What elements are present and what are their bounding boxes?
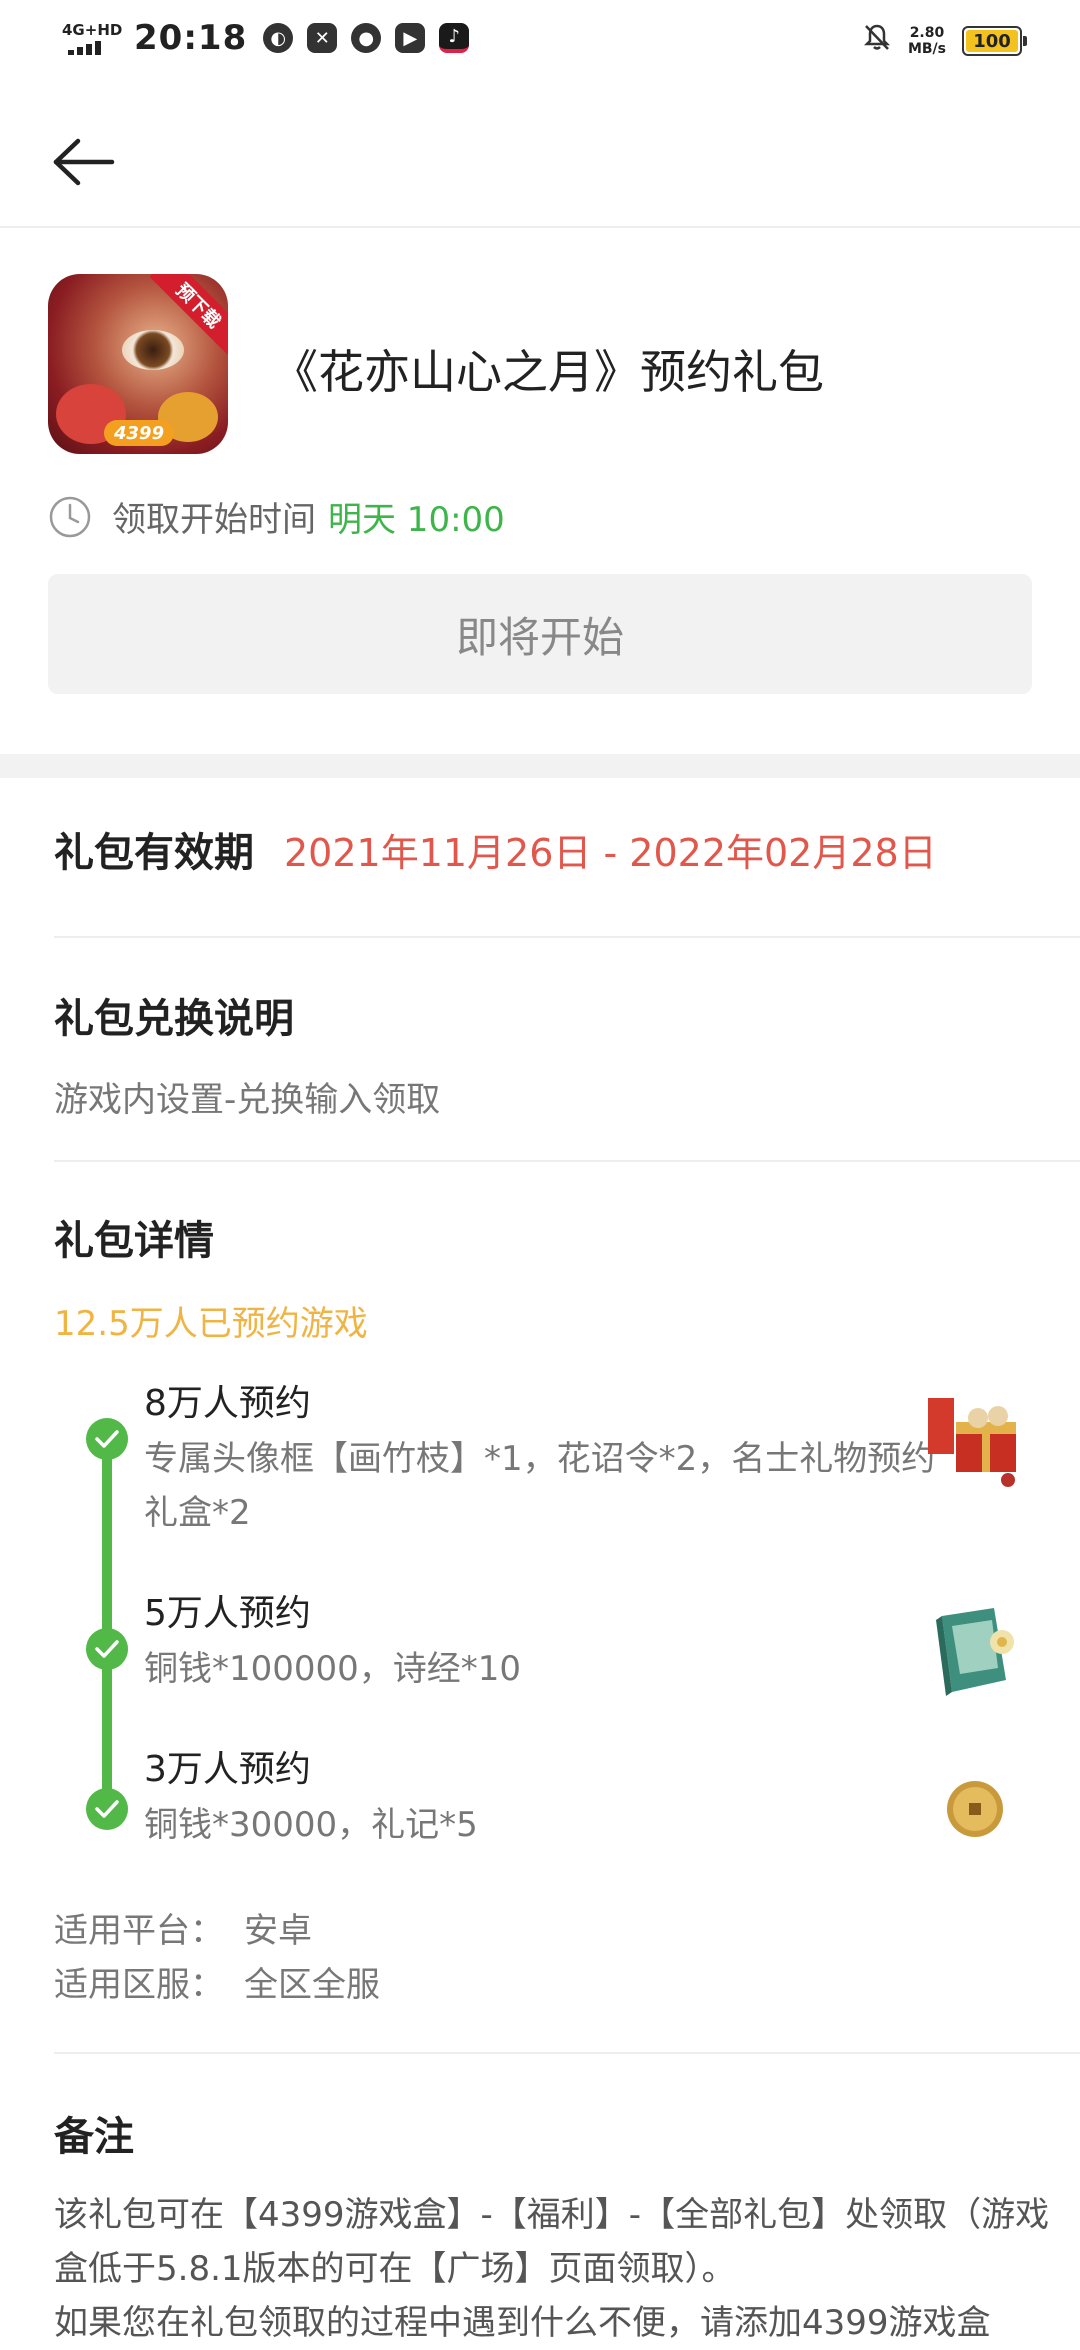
tier-title: 5万人预约: [144, 1593, 311, 1634]
reward-tier: 8万人预约 专属头像框【画竹枝】*1，花诏令*2，名士礼物预约礼盒*2: [144, 1374, 964, 1540]
video-icon: ▶: [395, 23, 426, 53]
battery-level: 100: [973, 30, 1011, 52]
platform-value: 安卓: [244, 1911, 312, 1951]
speed-unit: MB/s: [907, 41, 946, 57]
tier-title: 8万人预约: [144, 1383, 311, 1424]
reward-tier: 3万人预约 铜钱*30000，礼记*5: [144, 1740, 964, 1852]
platform-row: 适用平台： 安卓: [54, 1904, 380, 1958]
server-label: 适用区服：: [54, 1965, 224, 2005]
game-icon[interactable]: 预下载 4399: [48, 274, 228, 454]
brand-badge: 4399: [104, 420, 175, 446]
applicability-info: 适用平台： 安卓 适用区服： 全区全服: [54, 1904, 380, 2012]
clock-time: 20:18: [134, 18, 248, 58]
icon-art-eye: [122, 330, 184, 370]
compass-icon: ◐: [263, 23, 294, 53]
divider: [54, 1160, 1080, 1162]
server-value: 全区全服: [244, 1965, 380, 2005]
speed-value: 2.80: [909, 25, 945, 41]
status-right: 2.80 MB/s 100: [862, 22, 1027, 60]
nav-bar: [0, 84, 1080, 228]
details-section: 礼包详情 12.5万人已预约游戏: [54, 1208, 1080, 1345]
check-icon: [86, 1628, 128, 1670]
tier-desc: 铜钱*100000，诗经*10: [144, 1649, 522, 1689]
status-left: 4G+HD 20:18 ◐ ✕ ● ▶ ♪: [62, 18, 470, 58]
validity-title: 礼包有效期: [54, 830, 254, 876]
app-icon: ✕: [307, 23, 338, 53]
tier-desc: 专属头像框【画竹枝】*1，花诏令*2，名士礼物预约礼盒*2: [144, 1439, 936, 1533]
notes-body: 该礼包可在【4399游戏盒】-【福利】-【全部礼包】处领取（游戏盒低于5.8.1…: [54, 2188, 1054, 2350]
coin-icon: [920, 1754, 1030, 1864]
notes-title: 备注: [54, 2114, 134, 2160]
wechat-icon: ●: [351, 23, 382, 53]
coming-soon-button[interactable]: 即将开始: [48, 574, 1032, 694]
mute-bell-icon: [862, 22, 892, 60]
claim-time-value: 明天 10:00: [328, 500, 505, 540]
clock-icon: [49, 496, 91, 537]
reward-tier: 5万人预约 铜钱*100000，诗经*10: [144, 1584, 964, 1696]
network-type: 4G+HD: [62, 20, 123, 39]
platform-label: 适用平台：: [54, 1911, 224, 1951]
back-arrow-icon: [53, 138, 115, 186]
signal-indicator: 4G+HD: [62, 20, 124, 55]
gift-box-icon: [920, 1388, 1030, 1498]
exchange-section: 礼包兑换说明 游戏内设置-兑换输入领取: [54, 986, 1080, 1121]
server-row: 适用区服： 全区全服: [54, 1958, 380, 2012]
tier-title: 3万人预约: [144, 1749, 311, 1790]
exchange-title: 礼包兑换说明: [54, 996, 294, 1042]
details-title: 礼包详情: [54, 1218, 214, 1264]
validity-section: 礼包有效期 2021年11月26日 - 2022年02月28日: [54, 820, 1080, 878]
notification-icons: ◐ ✕ ● ▶ ♪: [263, 23, 470, 53]
signal-bars-icon: [68, 39, 124, 55]
reward-timeline: 8万人预约 专属头像框【画竹枝】*1，花诏令*2，名士礼物预约礼盒*2 5万人预…: [54, 1374, 1080, 1854]
section-divider: [0, 754, 1080, 778]
reserved-count: 12.5万人已预约游戏: [54, 1304, 368, 1344]
check-icon: [86, 1788, 128, 1830]
tier-desc: 铜钱*30000，礼记*5: [144, 1805, 478, 1845]
gift-title: 《花亦山心之月》预约礼包: [272, 345, 824, 399]
notes-section: 备注 该礼包可在【4399游戏盒】-【福利】-【全部礼包】处领取（游戏盒低于5.…: [54, 2104, 1080, 2350]
book-icon: [920, 1598, 1030, 1708]
claim-time-label: 领取开始时间: [112, 500, 316, 540]
status-bar: 4G+HD 20:18 ◐ ✕ ● ▶ ♪ 2.80 MB/s 100: [0, 0, 1080, 84]
notes-line: 该礼包可在【4399游戏盒】-【福利】-【全部礼包】处领取（游戏盒低于5.8.1…: [54, 2195, 1050, 2289]
battery-icon: 100: [962, 26, 1027, 56]
exchange-text: 游戏内设置-兑换输入领取: [54, 1080, 441, 1120]
network-speed: 2.80 MB/s: [908, 25, 946, 57]
notes-line: 如果您在礼包领取的过程中遇到什么不便，请添加4399游戏盒: [54, 2303, 991, 2343]
divider: [54, 2052, 1080, 2054]
tiktok-icon: ♪: [439, 23, 470, 53]
divider: [54, 936, 1080, 938]
claim-time-row: 领取开始时间 明天 10:00: [48, 492, 505, 541]
check-icon: [86, 1418, 128, 1460]
back-button[interactable]: [44, 122, 124, 202]
validity-dates: 2021年11月26日 - 2022年02月28日: [284, 830, 937, 875]
gift-header: 预下载 4399 《花亦山心之月》预约礼包 领取开始时间 明天 10:00 即将…: [0, 228, 1080, 754]
